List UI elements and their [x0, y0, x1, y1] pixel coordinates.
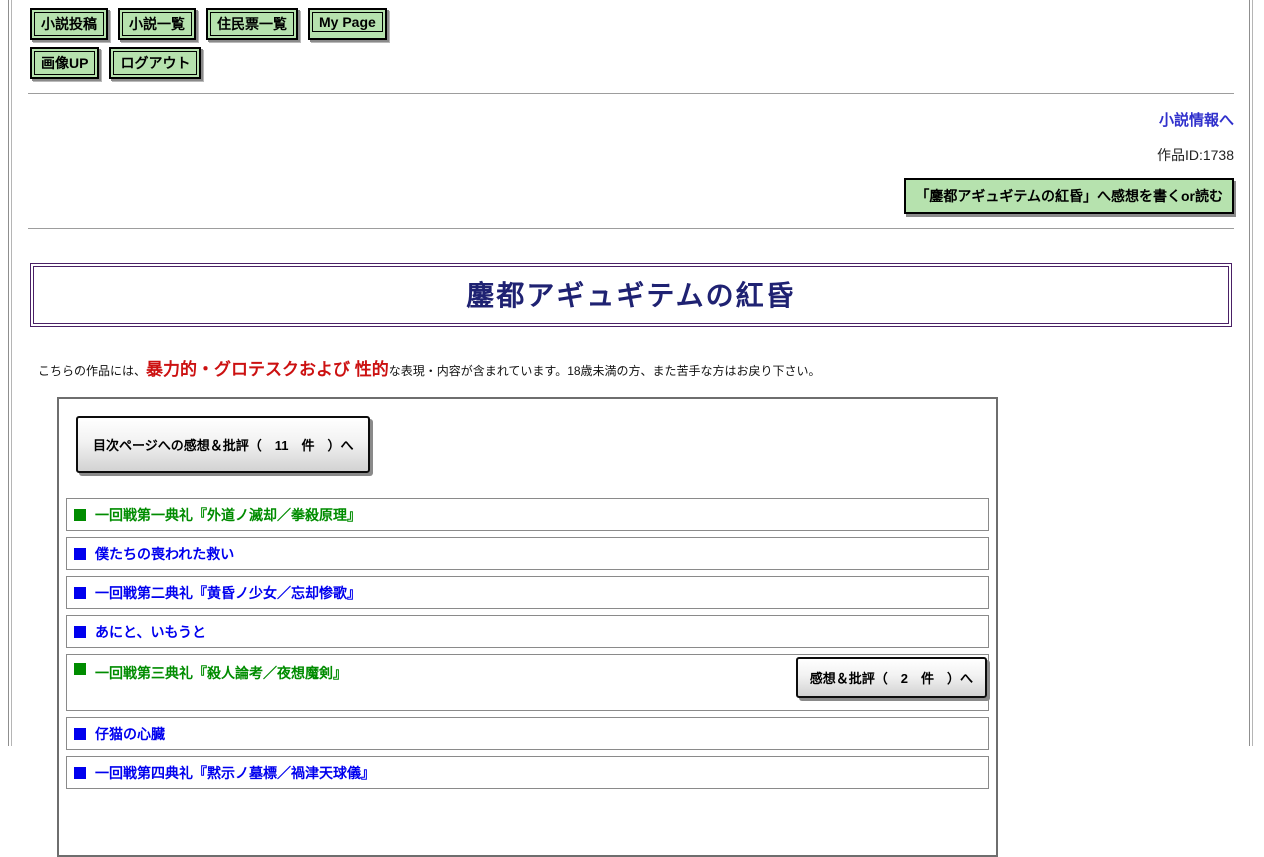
frame-border-left-outer — [8, 0, 9, 746]
warning-text-highlight: 暴力的・グロテスクおよび 性的 — [146, 360, 389, 379]
chapter-bullet-square — [74, 547, 86, 560]
chapter-bullet-square — [74, 508, 86, 521]
page: { "nav": { "row1": ["小説投稿", "小説一覧", "住民票… — [0, 0, 1264, 857]
content-warning: こちらの作品には、暴力的・グロテスクおよび 性的な表現・内容が含まれています。1… — [38, 355, 1250, 380]
nav-button-label: 画像UP — [34, 51, 96, 75]
chapter-row: 一回戦第四典礼『黙示ノ墓標／禍津天球儀』 — [66, 756, 989, 789]
divider-top — [28, 93, 1234, 95]
nav-button-label: ログアウト — [113, 51, 198, 75]
chapter-link[interactable]: 一回戦第一典礼『外道ノ滅却／拳殺原理』 — [95, 505, 361, 525]
nav-button[interactable]: 住民票一覧 — [206, 8, 298, 40]
novel-title-banner: 鏖都アギュギテムの紅昏 — [30, 263, 1232, 327]
nav-button-area: 小説投稿 小説一覧 住民票一覧 My Page 画像UP ログアウト — [30, 8, 1250, 79]
chapter-link[interactable]: 一回戦第三典礼『殺人論考／夜想魔剣』 — [95, 663, 347, 683]
nav-button[interactable]: ログアウト — [109, 47, 202, 79]
chapter-link[interactable]: 一回戦第二典礼『黄昏ノ少女／忘却惨歌』 — [95, 583, 361, 603]
chapter-list-box: 目次ページへの感想＆批評（ 11 件 ）へ 一回戦第一典礼『外道ノ滅却／拳殺原理… — [57, 397, 998, 857]
chapter-bullet-square — [74, 727, 86, 740]
write-or-read-feedback-button[interactable]: 「鏖都アギュギテムの紅昏」へ感想を書くor読む — [904, 178, 1234, 214]
chapter-bullet-square — [74, 586, 86, 599]
frame-border-right-outer — [1252, 0, 1253, 746]
nav-button[interactable]: 画像UP — [30, 47, 100, 79]
nav-button[interactable]: 小説投稿 — [30, 8, 108, 40]
chapter-link[interactable]: 一回戦第四典礼『黙示ノ墓標／禍津天球儀』 — [95, 763, 375, 783]
header-info: 小説情報へ 作品ID:1738 「鏖都アギュギテムの紅昏」へ感想を書くor読む — [12, 109, 1250, 214]
chapter-row: 一回戦第三典礼『殺人論考／夜想魔剣』 感想＆批評（ 2 件 ）へ — [66, 654, 989, 711]
chapter-row: あにと、いもうと — [66, 615, 989, 648]
chapter-link[interactable]: 僕たちの喪われた救い — [95, 544, 234, 564]
novel-info-link[interactable]: 小説情報へ — [1159, 112, 1234, 129]
nav-button-label: 小説投稿 — [34, 12, 104, 36]
chapter-row: 僕たちの喪われた救い — [66, 537, 989, 570]
toc-feedback-button[interactable]: 目次ページへの感想＆批評（ 11 件 ）へ — [76, 416, 371, 473]
nav-button-label: My Page — [312, 12, 383, 32]
nav-row-1: 小説投稿 小説一覧 住民票一覧 My Page — [30, 8, 1250, 40]
chapter-feedback-button[interactable]: 感想＆批評（ 2 件 ）へ — [795, 657, 987, 698]
chapter-row: 一回戦第一典礼『外道ノ滅却／拳殺原理』 — [66, 498, 989, 531]
chapter-bullet-square — [74, 625, 86, 638]
nav-button-label: 住民票一覧 — [210, 12, 294, 36]
work-id-label: 作品ID:1738 — [1156, 147, 1234, 163]
novel-title: 鏖都アギュギテムの紅昏 — [466, 280, 796, 311]
nav-button[interactable]: 小説一覧 — [118, 8, 196, 40]
warning-text-pre: こちらの作品には、 — [38, 364, 147, 378]
chapter-bullet-square — [74, 766, 86, 779]
nav-row-2: 画像UP ログアウト — [30, 47, 1250, 79]
nav-button-label: 小説一覧 — [122, 12, 192, 36]
chapter-row: 仔猫の心臓 — [66, 717, 989, 750]
chapter-list: 一回戦第一典礼『外道ノ滅却／拳殺原理』 僕たちの喪われた救い一回戦第二典礼『黄昏ノ… — [66, 498, 989, 789]
chapter-link[interactable]: あにと、いもうと — [95, 622, 206, 642]
nav-button[interactable]: My Page — [308, 8, 387, 40]
main-frame: 小説投稿 小説一覧 住民票一覧 My Page 画像UP ログアウト 小説情報へ 作品I… — [12, 0, 1250, 857]
warning-text-post: な表現・内容が含まれています。18歳未満の方、また苦手な方はお戻り下さい。 — [388, 364, 821, 378]
chapter-link[interactable]: 仔猫の心臓 — [95, 724, 165, 744]
chapter-bullet-square — [74, 663, 86, 675]
divider-header-bottom — [28, 228, 1234, 230]
chapter-row: 一回戦第二典礼『黄昏ノ少女／忘却惨歌』 — [66, 576, 989, 609]
